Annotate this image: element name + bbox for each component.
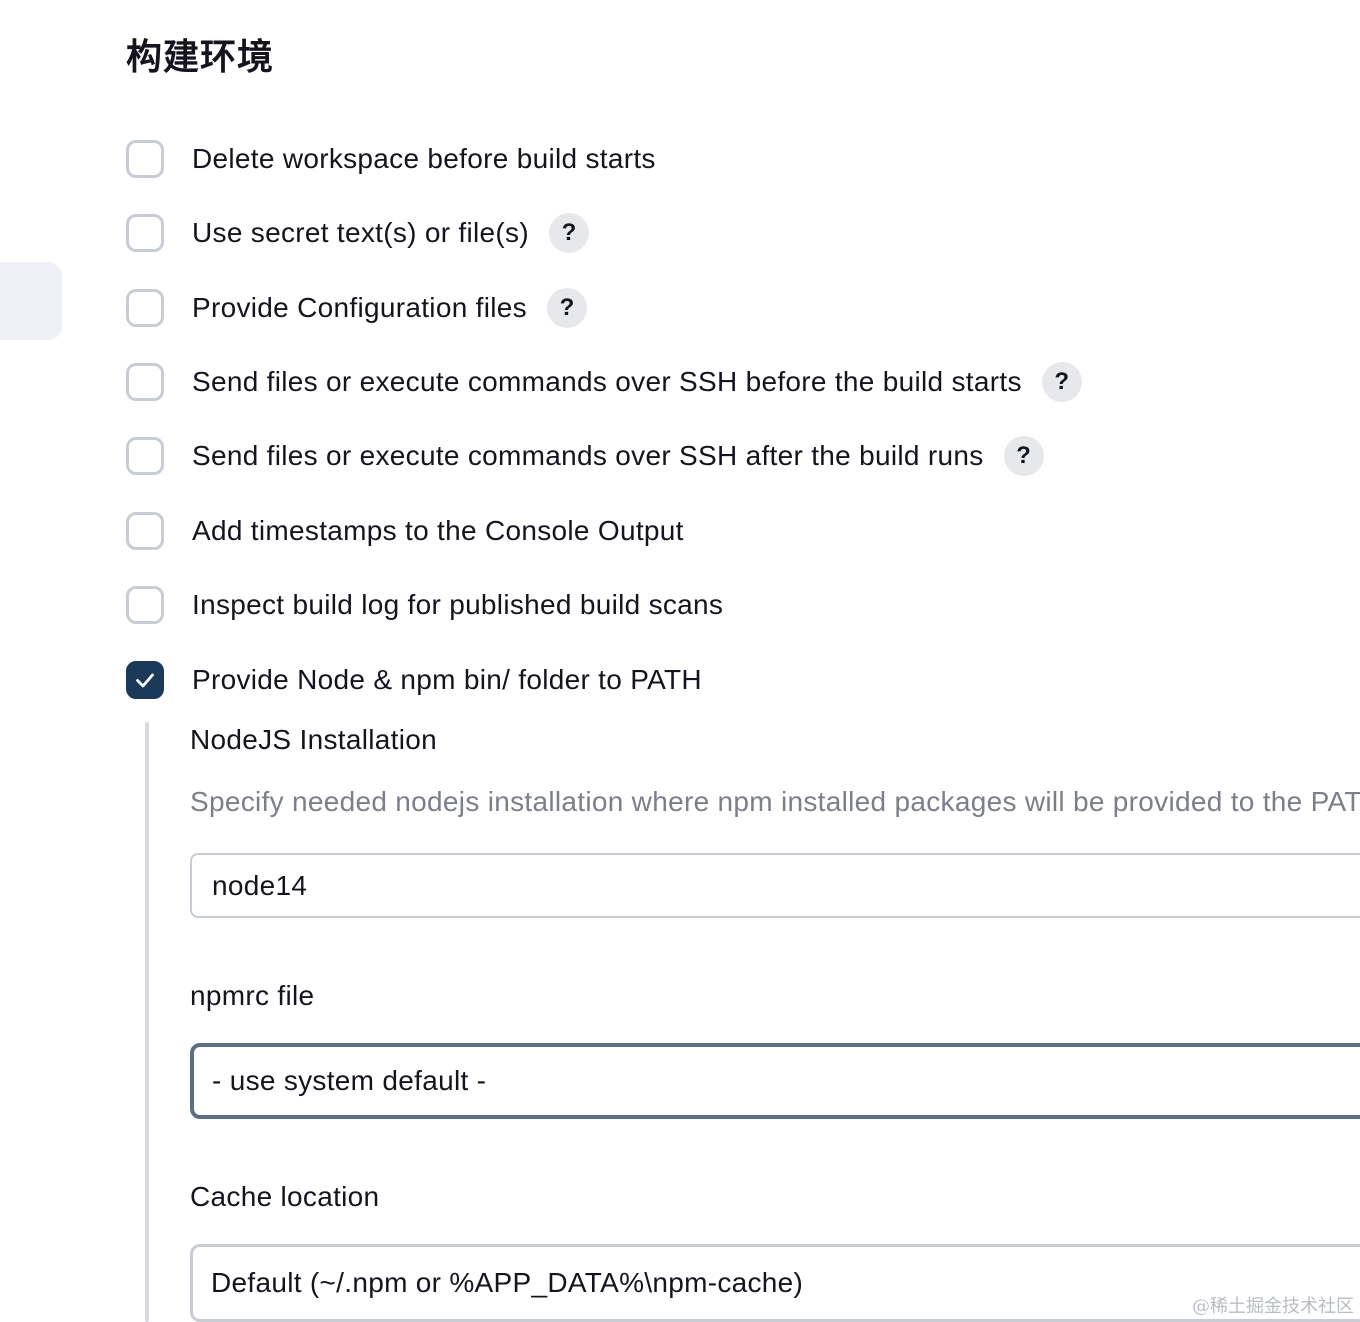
checkbox[interactable] — [126, 437, 164, 475]
option-label: Provide Configuration files — [192, 292, 527, 323]
nodejs-installation-value: node14 — [212, 869, 308, 901]
checkbox[interactable] — [126, 214, 164, 252]
option-label: Use secret text(s) or file(s) — [192, 217, 529, 248]
checkbox[interactable] — [126, 512, 164, 550]
option-label: Delete workspace before build starts — [192, 143, 656, 174]
option-provide-node-npm-path[interactable]: Provide Node & npm bin/ folder to PATH — [126, 658, 702, 702]
help-icon[interactable]: ? — [546, 288, 587, 328]
option-label: Send files or execute commands over SSH … — [192, 440, 984, 471]
nested-section-indicator — [145, 722, 149, 1322]
option-ssh-after-build[interactable]: Send files or execute commands over SSH … — [126, 434, 1044, 478]
help-icon[interactable]: ? — [1041, 362, 1082, 402]
option-provide-configuration-files[interactable]: Provide Configuration files ? — [126, 286, 587, 330]
cache-location-label: Cache location — [190, 1181, 380, 1212]
npmrc-file-select[interactable]: - use system default - — [190, 1043, 1360, 1119]
nodejs-installation-select[interactable]: node14 — [190, 853, 1360, 918]
sidebar-tab[interactable] — [0, 262, 62, 340]
option-label: Provide Node & npm bin/ folder to PATH — [192, 664, 702, 695]
checkbox[interactable] — [126, 140, 164, 178]
option-use-secret-text[interactable]: Use secret text(s) or file(s) ? — [126, 211, 589, 255]
checkbox[interactable] — [126, 363, 164, 401]
section-title: 构建环境 — [126, 37, 275, 78]
option-inspect-build-log[interactable]: Inspect build log for published build sc… — [126, 583, 723, 627]
nodejs-installation-label: NodeJS Installation — [190, 724, 437, 755]
option-add-timestamps[interactable]: Add timestamps to the Console Output — [126, 509, 684, 553]
option-ssh-before-build[interactable]: Send files or execute commands over SSH … — [126, 360, 1082, 404]
option-label: Add timestamps to the Console Output — [192, 515, 684, 546]
cache-location-value: Default (~/.npm or %APP_DATA%\npm-cache) — [211, 1267, 804, 1298]
option-delete-workspace[interactable]: Delete workspace before build starts — [126, 137, 656, 181]
help-icon[interactable]: ? — [1003, 436, 1044, 476]
checkbox[interactable] — [126, 289, 164, 327]
checkbox-checked[interactable] — [126, 661, 164, 699]
check-icon — [136, 673, 154, 688]
checkbox[interactable] — [126, 586, 164, 624]
option-label: Send files or execute commands over SSH … — [192, 366, 1022, 397]
npmrc-file-label: npmrc file — [190, 980, 315, 1011]
npmrc-file-value: - use system default - — [212, 1065, 487, 1096]
nodejs-installation-description: Specify needed nodejs installation where… — [190, 786, 1360, 817]
option-label: Inspect build log for published build sc… — [192, 589, 724, 620]
watermark: @稀土掘金技术社区 — [1192, 1296, 1354, 1317]
help-icon[interactable]: ? — [548, 213, 589, 253]
cache-location-select[interactable]: Default (~/.npm or %APP_DATA%\npm-cache) — [190, 1244, 1360, 1322]
